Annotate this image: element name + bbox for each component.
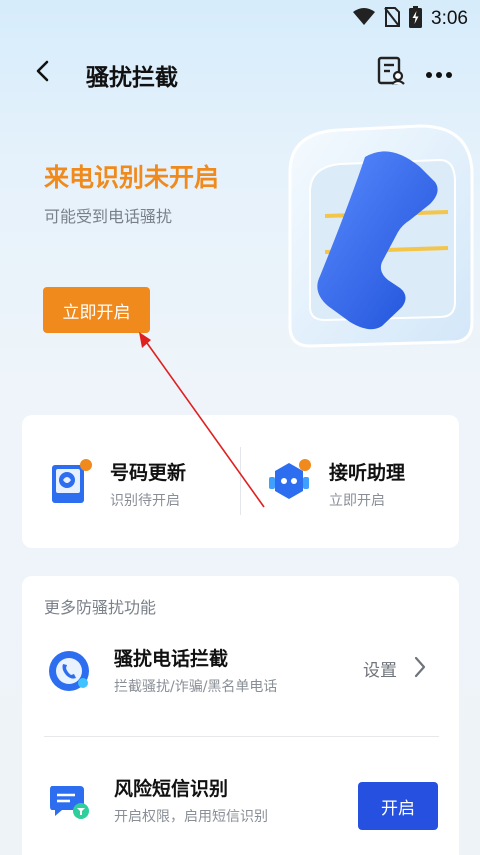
sms-shield-icon [48, 780, 90, 822]
block-call-row[interactable]: 骚扰电话拦截 拦截骚扰/诈骗/黑名单电话 设置 [22, 624, 459, 716]
report-button[interactable] [372, 54, 410, 92]
enable-caller-id-button[interactable]: 立即开启 [43, 287, 150, 333]
back-button[interactable] [26, 56, 60, 90]
settings-link[interactable]: 设置 [363, 656, 397, 681]
no-sim-icon [384, 7, 401, 31]
block-call-icon [48, 650, 90, 692]
call-assistant-title: 接听助理 [329, 462, 406, 484]
block-call-subtitle: 拦截骚扰/诈骗/黑名单电话 [114, 679, 278, 695]
enable-sms-button[interactable]: 开启 [358, 782, 438, 830]
number-update-subtitle: 识别待开启 [110, 493, 180, 509]
phone-handset-illustration [270, 112, 480, 352]
hero-title: 来电识别未开启 [44, 163, 220, 192]
phone-handset-icon [288, 124, 474, 348]
divider [44, 736, 439, 737]
hero-subtitle: 可能受到电话骚扰 [44, 207, 173, 226]
more-features-card: 更多防骚扰功能 骚扰电话拦截 拦截骚扰/诈骗/黑名单电话 设置 风险短信识别 开… [22, 576, 459, 855]
number-update-item[interactable]: 号码更新 识别待开启 [22, 415, 240, 548]
call-assistant-item[interactable]: 接听助理 立即开启 [241, 415, 459, 548]
back-icon [35, 60, 51, 86]
nav-bar: 骚扰拦截 [0, 46, 480, 100]
chevron-right-icon [411, 656, 429, 678]
robot-icon [269, 457, 315, 505]
risk-sms-title: 风险短信识别 [114, 778, 229, 800]
more-button[interactable] [420, 54, 458, 92]
page-title: 骚扰拦截 [86, 65, 178, 91]
quick-actions-card: 号码更新 识别待开启 接听助理 立即开启 [22, 415, 459, 548]
battery-icon [409, 6, 423, 32]
block-call-title: 骚扰电话拦截 [114, 648, 229, 670]
more-icon [425, 64, 453, 83]
number-update-icon [50, 457, 96, 505]
risk-sms-row: 风险短信识别 开启权限，启用短信识别 开启 [22, 754, 459, 846]
wifi-icon [353, 8, 376, 30]
status-bar: 3:06 [0, 0, 480, 38]
status-time: 3:06 [431, 8, 468, 29]
call-assistant-subtitle: 立即开启 [329, 493, 385, 509]
number-update-title: 号码更新 [110, 462, 187, 484]
report-icon [376, 56, 406, 90]
section-title: 更多防骚扰功能 [44, 598, 157, 617]
risk-sms-subtitle: 开启权限，启用短信识别 [114, 809, 268, 825]
